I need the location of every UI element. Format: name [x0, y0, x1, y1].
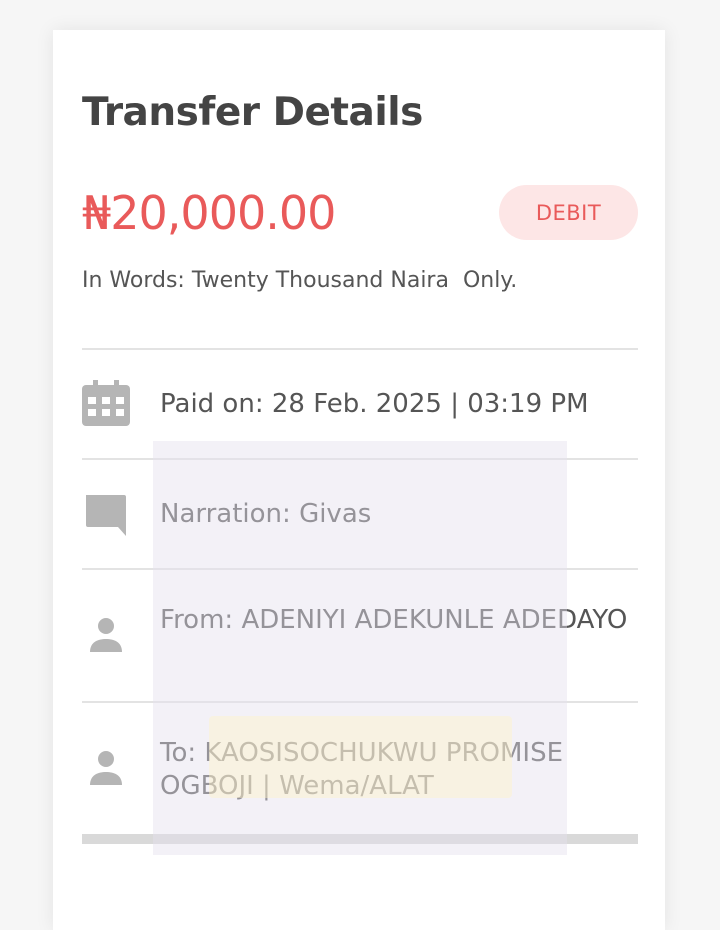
paid-on-row: Paid on: 28 Feb. 2025 | 03:19 PM [82, 348, 638, 458]
narration-row: Narration: Givas [82, 458, 638, 568]
person-icon [82, 745, 130, 793]
to-row: To: KAOSISOCHUKWU PROMISE OGBOJI | Wema/… [82, 701, 638, 834]
transfer-amount: ₦20,000.00 [82, 186, 336, 240]
debit-badge: DEBIT [499, 185, 638, 240]
from-row: From: ADENIYI ADEKUNLE ADEDAYO [82, 568, 638, 701]
sender-text: From: ADENIYI ADEKUNLE ADEDAYO [160, 605, 628, 635]
calendar-icon [82, 378, 130, 426]
comment-icon [82, 492, 130, 540]
top-strip [0, 0, 720, 30]
paid-on-text: Paid on: 28 Feb. 2025 | 03:19 PM [160, 389, 589, 419]
narration-text: Narration: Givas [160, 499, 372, 529]
person-icon [82, 612, 130, 660]
transfer-details-card: Transfer Details ₦20,000.00 DEBIT In Wor… [53, 30, 665, 930]
bottom-divider [82, 834, 638, 844]
page-title: Transfer Details [82, 90, 423, 135]
recipient-text: To: KAOSISOCHUKWU PROMISE OGBOJI | Wema/… [160, 738, 564, 801]
amount-in-words: In Words: Twenty Thousand Naira Only. [82, 268, 518, 293]
